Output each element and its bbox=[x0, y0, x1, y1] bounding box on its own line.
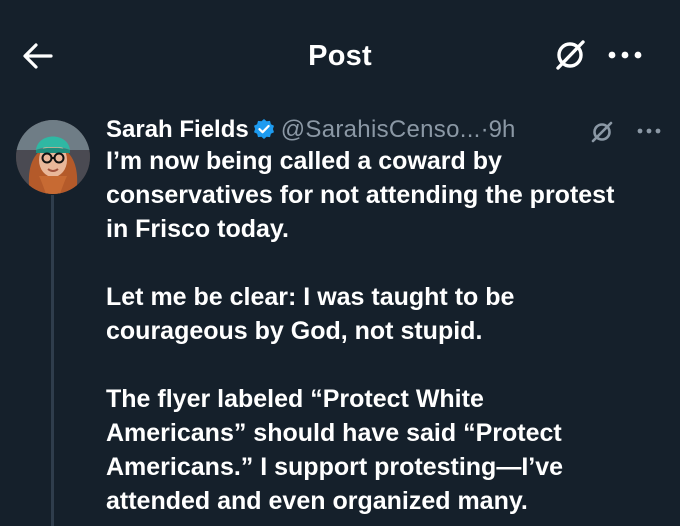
post-paragraph: The flyer labeled “Protect White America… bbox=[106, 382, 676, 518]
post-line: attended and even organized many. bbox=[106, 487, 528, 515]
post-line: conservatives for not attending the prot… bbox=[106, 181, 615, 209]
grok-icon[interactable] bbox=[550, 34, 590, 74]
post-paragraph: I’m now being called a coward by conserv… bbox=[106, 144, 676, 246]
post-line: Americans” should have said “Protect bbox=[106, 419, 562, 447]
separator-dot: · bbox=[480, 116, 489, 143]
post-line: I’m now being called a coward by bbox=[106, 147, 502, 175]
post-line: The flyer labeled “Protect White bbox=[106, 385, 484, 413]
display-name[interactable]: Sarah Fields bbox=[106, 116, 249, 143]
post-time[interactable]: 9h bbox=[489, 116, 516, 143]
avatar-image bbox=[16, 120, 90, 194]
post-text: I’m now being called a coward by conserv… bbox=[106, 144, 676, 526]
verified-badge-icon bbox=[253, 119, 274, 139]
post-line: courageous by God, not stupid. bbox=[106, 317, 483, 345]
more-options-icon[interactable] bbox=[605, 38, 645, 72]
grok-small-icon[interactable] bbox=[588, 117, 616, 145]
user-handle[interactable]: @SarahisCenso... bbox=[281, 116, 481, 143]
post-more-icon[interactable] bbox=[634, 120, 664, 142]
thread-line bbox=[51, 195, 54, 526]
post-line: Americans.” I support protesting—I’ve bbox=[106, 453, 564, 481]
post-paragraph: Let me be clear: I was taught to be cour… bbox=[106, 280, 676, 348]
avatar[interactable] bbox=[16, 120, 90, 194]
post-line: in Frisco today. bbox=[106, 215, 289, 243]
post-line: Let me be clear: I was taught to be bbox=[106, 283, 515, 311]
top-bar: Post bbox=[0, 0, 680, 110]
